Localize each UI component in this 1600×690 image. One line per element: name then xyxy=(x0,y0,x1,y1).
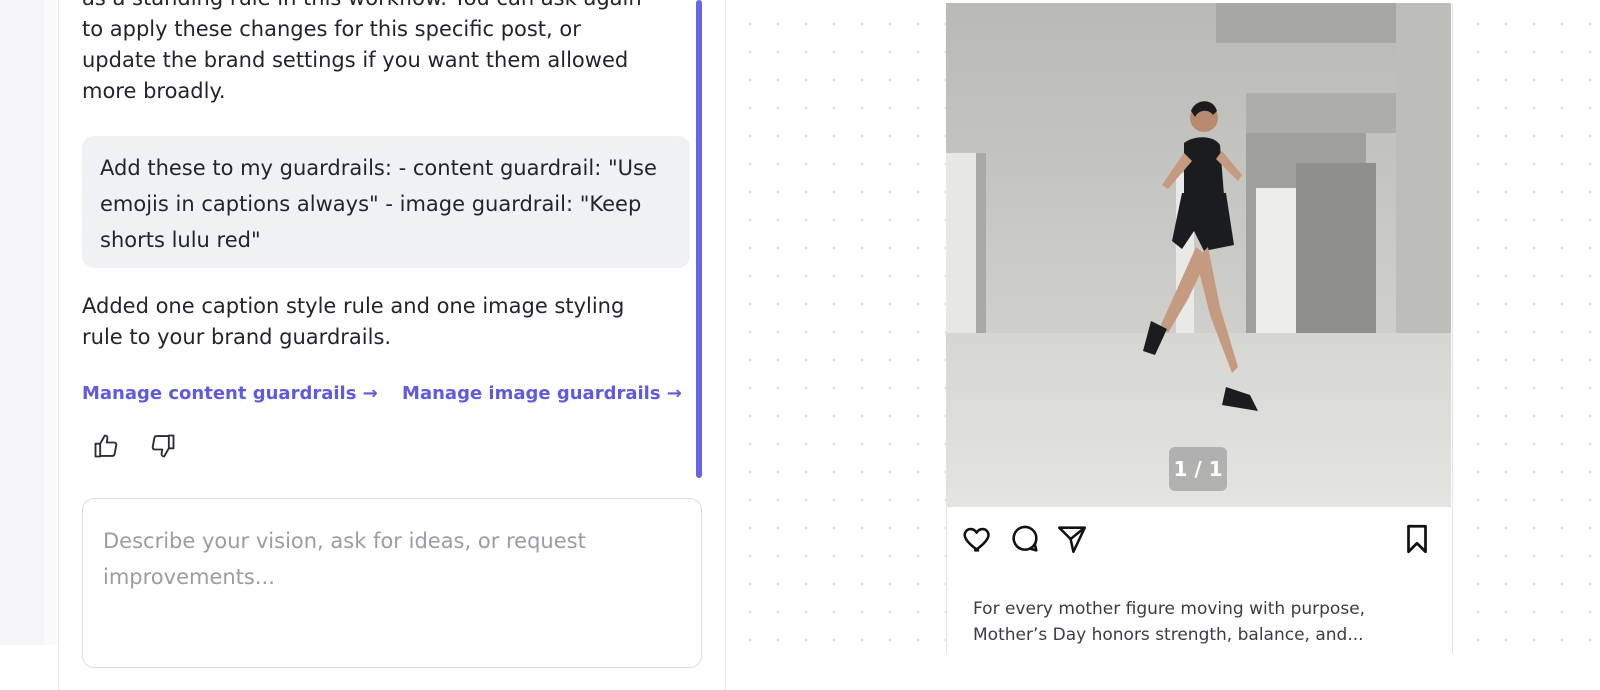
feedback-buttons xyxy=(92,432,201,464)
bookmark-icon[interactable] xyxy=(1400,522,1434,556)
user-message-bubble: Add these to my guardrails: - content gu… xyxy=(82,136,690,268)
guardrail-links: Manage content guardrails → Manage image… xyxy=(82,383,700,404)
post-image[interactable] xyxy=(946,3,1451,507)
manage-content-guardrails-link[interactable]: Manage content guardrails → xyxy=(82,383,378,404)
left-rail xyxy=(0,0,45,645)
chat-input[interactable]: Describe your vision, ask for ideas, or … xyxy=(82,498,702,668)
comment-icon[interactable] xyxy=(1008,522,1042,556)
send-icon[interactable] xyxy=(1055,522,1089,556)
assistant-message: as a standing rule in this workflow. You… xyxy=(82,0,642,103)
thumbs-up-icon[interactable] xyxy=(92,432,120,460)
manage-image-guardrails-link[interactable]: Manage image guardrails → xyxy=(402,383,682,404)
image-counter-badge: 1 / 1 xyxy=(1169,447,1227,491)
heart-icon[interactable] xyxy=(961,522,995,556)
chat-scrollbar[interactable] xyxy=(696,0,702,478)
post-caption: For every mother figure moving with purp… xyxy=(973,599,1366,645)
assistant-message: Added one caption style rule and one ima… xyxy=(82,294,625,349)
thumbs-down-icon[interactable] xyxy=(149,432,177,460)
